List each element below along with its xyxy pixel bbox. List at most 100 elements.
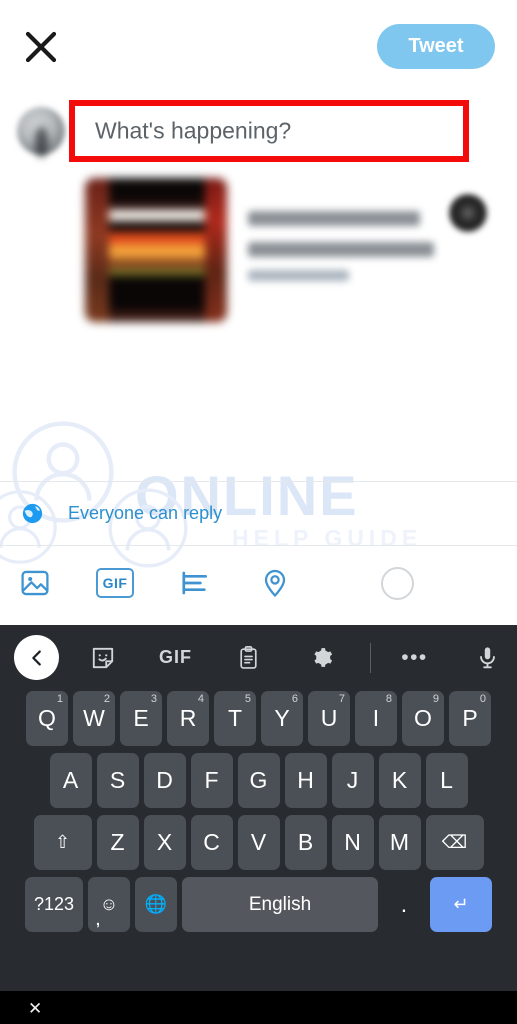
key-label: B <box>297 829 314 855</box>
key-label: ↵ <box>453 894 469 914</box>
key-label: English <box>248 893 312 915</box>
gif-icon[interactable]: GIF <box>92 560 138 606</box>
link-preview-host <box>248 270 349 281</box>
more-options-icon[interactable]: ••• <box>392 635 437 680</box>
reply-settings-label: Everyone can reply <box>68 503 223 523</box>
settings-gear-icon[interactable] <box>299 635 344 680</box>
symbols-key[interactable]: ?123 <box>25 877 83 932</box>
key-label: T <box>227 705 243 731</box>
link-preview-thumbnail <box>85 178 227 322</box>
key-p[interactable]: P0 <box>449 691 491 746</box>
on-screen-keyboard: GIF ••• Q 1 W 2 E 3 R 4 T 5 Y 6 U 7 I 8 … <box>0 625 517 991</box>
backspace-key[interactable]: ⌫ <box>425 815 484 870</box>
tweet-button[interactable]: Tweet <box>377 24 495 69</box>
clipboard-icon[interactable] <box>226 635 271 680</box>
key-o[interactable]: O9 <box>402 691 444 746</box>
key-w[interactable]: W2 <box>73 691 115 746</box>
key-n[interactable]: N <box>331 815 374 870</box>
shift-key[interactable]: ⇧ <box>33 815 92 870</box>
key-q[interactable]: Q1 <box>26 691 68 746</box>
compose-tweet-screen: ONLINE HELP GUIDE Tweet What's happening… <box>0 0 517 1024</box>
language-switch-key[interactable]: 🌐 <box>135 877 177 932</box>
key-s[interactable]: S <box>96 753 139 808</box>
keyboard-row-1: Q1W2E3R4T5Y6U7I8O9P0 <box>0 691 517 746</box>
key-u[interactable]: U7 <box>308 691 350 746</box>
keyboard-row-3: ⇧ Z X C V B N M ⌫ <box>0 815 517 870</box>
back-chevron-icon[interactable] <box>14 635 59 680</box>
key-label: X <box>156 829 173 855</box>
microphone-icon[interactable] <box>465 635 510 680</box>
sticker-icon[interactable] <box>80 635 125 680</box>
key-a[interactable]: A <box>49 753 92 808</box>
key-label: Z <box>110 829 125 855</box>
key-label: M <box>389 829 410 855</box>
link-preview-title-line-1 <box>248 211 420 226</box>
key-y[interactable]: Y6 <box>261 691 303 746</box>
system-navigation-bar: ✕ <box>0 991 517 1024</box>
compose-toolbar: GIF <box>0 546 517 620</box>
key-label: P <box>462 705 478 731</box>
character-count-icon <box>374 560 420 606</box>
key-superscript: 3 <box>150 693 157 705</box>
media-icon[interactable] <box>12 560 58 606</box>
gif-icon[interactable]: GIF <box>153 635 198 680</box>
key-l[interactable]: L <box>425 753 468 808</box>
space-key[interactable]: English <box>182 877 378 932</box>
period-key[interactable]: . <box>383 877 425 932</box>
avatar[interactable] <box>17 107 65 155</box>
key-superscript: 9 <box>432 693 439 705</box>
link-preview-card[interactable] <box>85 178 491 328</box>
key-x[interactable]: X <box>143 815 186 870</box>
key-label: ⇧ <box>54 832 71 852</box>
key-superscript: 2 <box>103 693 110 705</box>
link-preview-title-line-2 <box>248 242 434 257</box>
key-label: D <box>156 767 173 793</box>
key-d[interactable]: D <box>143 753 186 808</box>
key-label: W <box>83 705 105 731</box>
key-k[interactable]: K <box>378 753 421 808</box>
key-label: J <box>346 767 359 793</box>
key-v[interactable]: V <box>237 815 280 870</box>
remove-link-preview-icon[interactable] <box>448 193 488 233</box>
key-f[interactable]: F <box>190 753 233 808</box>
location-icon[interactable] <box>252 560 298 606</box>
key-label: 🌐 <box>144 894 168 914</box>
key-superscript: 4 <box>197 693 204 705</box>
close-icon[interactable] <box>24 30 58 64</box>
compose-header: Tweet <box>0 0 517 92</box>
reply-settings-row[interactable]: Everyone can reply <box>0 481 517 545</box>
key-m[interactable]: M <box>378 815 421 870</box>
comma-label: , <box>96 912 100 928</box>
key-j[interactable]: J <box>331 753 374 808</box>
emoji-comma-key[interactable]: ☺, <box>88 877 130 932</box>
keyboard-row-4: ?123 ☺, 🌐 English. ↵ <box>0 877 517 932</box>
key-label: ☺ <box>99 894 119 914</box>
key-h[interactable]: H <box>284 753 327 808</box>
key-label: E <box>133 705 149 731</box>
key-r[interactable]: R4 <box>167 691 209 746</box>
gif-icon-label: GIF <box>96 568 134 598</box>
nav-back-icon[interactable]: ✕ <box>28 999 42 1019</box>
key-g[interactable]: G <box>237 753 280 808</box>
key-c[interactable]: C <box>190 815 233 870</box>
key-superscript: 0 <box>479 693 486 705</box>
key-superscript: 1 <box>56 693 63 705</box>
key-z[interactable]: Z <box>96 815 139 870</box>
key-label: L <box>440 767 453 793</box>
key-t[interactable]: T5 <box>214 691 256 746</box>
key-superscript: 5 <box>244 693 251 705</box>
key-e[interactable]: E3 <box>120 691 162 746</box>
key-superscript: 6 <box>291 693 298 705</box>
key-label: R <box>179 705 197 731</box>
key-label: N <box>344 829 361 855</box>
key-i[interactable]: I8 <box>355 691 397 746</box>
key-label: U <box>320 705 338 731</box>
keyboard-toolbar-divider <box>370 643 371 673</box>
key-superscript: 7 <box>338 693 345 705</box>
tweet-compose-input[interactable]: What's happening? <box>69 100 469 162</box>
key-label: ⌫ <box>441 832 468 852</box>
enter-key[interactable]: ↵ <box>430 877 492 932</box>
poll-icon[interactable] <box>172 560 218 606</box>
key-b[interactable]: B <box>284 815 327 870</box>
key-label: S <box>109 767 126 793</box>
